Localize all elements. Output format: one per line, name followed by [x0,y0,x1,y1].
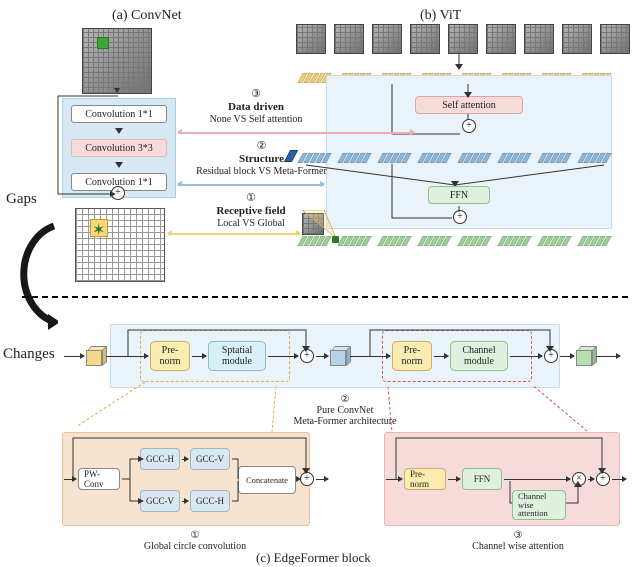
vit-tokens-green-h [577,236,611,246]
convnet-input-image [82,28,152,94]
gap-1: ① Receptive field Local VS Global [196,192,306,230]
gcc-v-2: GCC-V [140,490,180,512]
gap-3: ③ Data driven None VS Self attention [192,88,320,126]
vit-patch-arrow [454,54,464,70]
arr-4 [316,356,328,357]
label-vit: (b) ViT [420,8,461,24]
ch-caption: ③ Channel wise attention [448,530,588,552]
vit-sa-paths [332,82,612,138]
arr-0 [64,356,84,357]
vit-rf-cone [302,210,336,240]
vit-patch-row [296,24,630,54]
gaps-to-changes-arrow [4,218,58,334]
gcc-a2 [182,501,188,502]
cube-in [86,346,102,362]
label-convnet: (a) ConvNet [112,8,182,24]
gcc-res [70,434,316,484]
gcc-a4 [316,479,328,480]
ch-cwa-path [508,479,588,523]
ch-a4 [612,479,626,480]
label-edgeformer: (c) EdgeFormer block [256,550,371,566]
gap-1-arrow [168,233,300,235]
gap-3-arrow [178,132,414,134]
label-gaps: Gaps [6,191,37,208]
divider [22,296,628,298]
vit-tokens-green-d [417,236,451,246]
gap-2-arrow [178,184,324,186]
convnet-output-grid: ✶ [75,208,165,282]
cube-mid [330,346,346,362]
vit-rf-dot [332,236,339,243]
vit-tokens-green-e [457,236,491,246]
gap-2: ② Structure Residual block VS Meta-Forme… [184,140,339,178]
conv-residual-path [52,95,128,200]
gcc-h-2: GCC-H [190,490,230,512]
ch-res [394,434,614,484]
vit-ffn-paths [332,162,612,228]
res-a [126,326,316,358]
vit-tokens-green-b [337,236,371,246]
arr-9 [596,356,620,357]
cube-out [576,346,592,362]
dash-to-gcc-l [78,382,146,426]
gcc-caption: ① Global circle convolution [120,530,270,552]
arr-8 [560,356,574,357]
res-b [368,326,560,358]
label-changes: Changes [3,346,55,363]
vit-tokens-green-g [537,236,571,246]
vit-tokens-green-f [497,236,531,246]
vit-tokens-green-c [377,236,411,246]
